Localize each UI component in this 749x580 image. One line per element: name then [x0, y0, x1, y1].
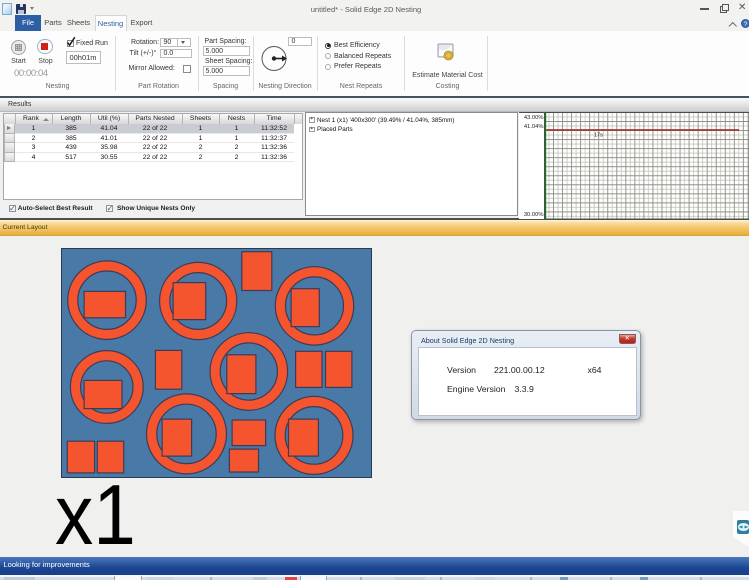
svg-text:17s: 17s	[594, 132, 603, 138]
